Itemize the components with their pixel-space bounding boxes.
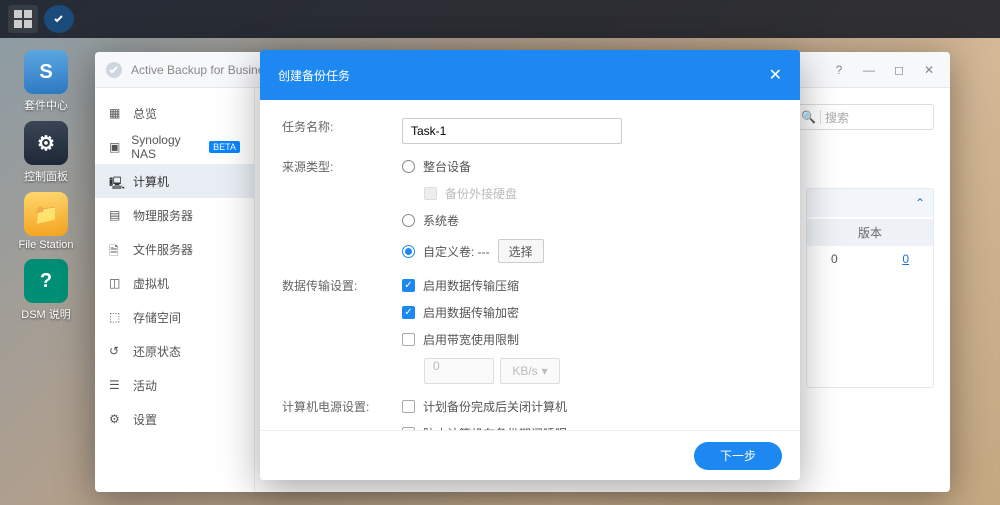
modal-body: 任务名称: 来源类型: 整台设备 备份外接硬盘 系统卷 自定义卷: --- 选择… (260, 100, 800, 430)
nav-label: 总览 (133, 105, 157, 122)
sidebar-item-4[interactable]: 🗎 文件服务器 (95, 232, 254, 266)
icon-label: DSM 说明 (21, 306, 71, 322)
nav-icon: ⬚ (109, 310, 123, 324)
desktop-icon-控制面板[interactable]: ⚙ 控制面板 (16, 121, 76, 184)
check-label: 启用数据传输加密 (423, 304, 519, 321)
nav-label: 存储空间 (133, 309, 181, 326)
sidebar-item-7[interactable]: ↺ 还原状态 (95, 334, 254, 368)
source-label: 来源类型: (282, 158, 402, 263)
nav-icon: ▦ (109, 106, 123, 120)
maximize-button[interactable]: ◻ (888, 59, 910, 81)
nav-label: 活动 (133, 377, 157, 394)
chevron-up-icon[interactable]: ⌃ (915, 196, 925, 210)
nav-label: 物理服务器 (133, 207, 193, 224)
shield-icon (105, 61, 123, 79)
sidebar-item-1[interactable]: ▣ Synology NAS BETA (95, 130, 254, 164)
radio-custom-volume[interactable]: 自定义卷: --- 选择 (402, 239, 778, 263)
check-bandwidth[interactable]: 启用带宽使用限制 (402, 331, 778, 348)
close-button[interactable]: ✕ (918, 59, 940, 81)
desktop-icons: S 套件中心 ⚙ 控制面板 📁 File Station? DSM 说明 (16, 50, 76, 322)
icon-box: 📁 (24, 192, 68, 236)
nav-label: 设置 (133, 411, 157, 428)
check-label: 启用数据传输压缩 (423, 277, 519, 294)
radio-label: 整台设备 (423, 158, 471, 175)
nav-icon: ↺ (109, 344, 123, 358)
search-icon: 🔍 (801, 110, 816, 124)
nav-label: 计算机 (133, 173, 169, 190)
close-icon[interactable]: ✕ (769, 65, 782, 85)
modal-footer: 下一步 (260, 430, 800, 480)
nav-label: 还原状态 (133, 343, 181, 360)
radio-label: 自定义卷: --- (423, 243, 490, 260)
check-label: 备份外接硬盘 (445, 185, 517, 202)
next-button[interactable]: 下一步 (694, 442, 782, 470)
desktop-icon-File Station[interactable]: 📁 File Station (16, 192, 76, 251)
sidebar-item-5[interactable]: ◫ 虚拟机 (95, 266, 254, 300)
radio-whole-device[interactable]: 整台设备 (402, 158, 778, 175)
bandwidth-input: 0 (424, 358, 494, 384)
minimize-button[interactable]: — (858, 59, 880, 81)
search-placeholder: 搜索 (825, 109, 849, 126)
bandwidth-unit-select: KB/s▾ (500, 358, 560, 384)
icon-label: 套件中心 (24, 97, 68, 113)
sidebar-item-0[interactable]: ▦ 总览 (95, 96, 254, 130)
transfer-label: 数据传输设置: (282, 277, 402, 384)
taskbar (0, 0, 1000, 38)
modal-title: 创建备份任务 (278, 67, 350, 84)
desktop-icon-DSM 说明[interactable]: ? DSM 说明 (16, 259, 76, 322)
power-label: 计算机电源设置: (282, 398, 402, 430)
search-input[interactable]: 🔍 搜索 (794, 104, 934, 130)
check-external-disk: 备份外接硬盘 (424, 185, 778, 202)
radio-system-volume[interactable]: 系统卷 (402, 212, 778, 229)
check-encrypt[interactable]: ✓启用数据传输加密 (402, 304, 778, 321)
sidebar-item-9[interactable]: ⚙ 设置 (95, 402, 254, 436)
icon-label: 控制面板 (24, 168, 68, 184)
nav-icon: 🗎 (109, 242, 123, 256)
version-header: 版本 (807, 219, 933, 246)
icon-box: S (24, 50, 68, 94)
create-task-modal: 创建备份任务 ✕ 任务名称: 来源类型: 整台设备 备份外接硬盘 系统卷 自定义… (260, 50, 800, 480)
app-title: Active Backup for Business (131, 63, 276, 77)
nav-icon: ☰ (109, 378, 123, 392)
version-row: 0 0 (807, 246, 933, 272)
version-link[interactable]: 0 (902, 252, 909, 266)
side-panel: ⌃ 版本 0 0 (806, 188, 934, 388)
nav-label: Synology NAS (131, 133, 199, 161)
sidebar-item-8[interactable]: ☰ 活动 (95, 368, 254, 402)
check-shutdown[interactable]: 计划备份完成后关闭计算机 (402, 398, 778, 415)
taskbar-app-icon[interactable] (44, 5, 74, 33)
nav-icon: ▤ (109, 208, 123, 222)
check-label: 启用带宽使用限制 (423, 331, 519, 348)
nav-icon: ⚙ (109, 412, 123, 426)
icon-box: ? (24, 259, 68, 303)
sidebar-item-3[interactable]: ▤ 物理服务器 (95, 198, 254, 232)
select-button[interactable]: 选择 (498, 239, 544, 263)
nav-label: 虚拟机 (133, 275, 169, 292)
check-label: 计划备份完成后关闭计算机 (423, 398, 567, 415)
help-button[interactable]: ? (828, 59, 850, 81)
nav-icon: ▣ (109, 140, 121, 154)
chevron-down-icon: ▾ (542, 364, 548, 378)
nav-icon: ◫ (109, 276, 123, 290)
desktop-icon-套件中心[interactable]: S 套件中心 (16, 50, 76, 113)
icon-box: ⚙ (24, 121, 68, 165)
sidebar-item-6[interactable]: ⬚ 存储空间 (95, 300, 254, 334)
check-compress[interactable]: ✓启用数据传输压缩 (402, 277, 778, 294)
nav-label: 文件服务器 (133, 241, 193, 258)
sidebar: ▦ 总览 ▣ Synology NAS BETA 🖳 计算机 ▤ 物理服务器 🗎 文件服务器 ◫ 虚拟机… (95, 88, 255, 492)
radio-label: 系统卷 (423, 212, 459, 229)
task-name-label: 任务名称: (282, 118, 402, 144)
beta-badge: BETA (209, 141, 240, 153)
version-count: 0 (831, 252, 838, 266)
modal-header: 创建备份任务 ✕ (260, 50, 800, 100)
icon-label: File Station (18, 239, 73, 251)
task-name-input[interactable] (402, 118, 622, 144)
apps-grid-button[interactable] (8, 5, 38, 33)
nav-icon: 🖳 (109, 174, 123, 188)
sidebar-item-2[interactable]: 🖳 计算机 (95, 164, 254, 198)
